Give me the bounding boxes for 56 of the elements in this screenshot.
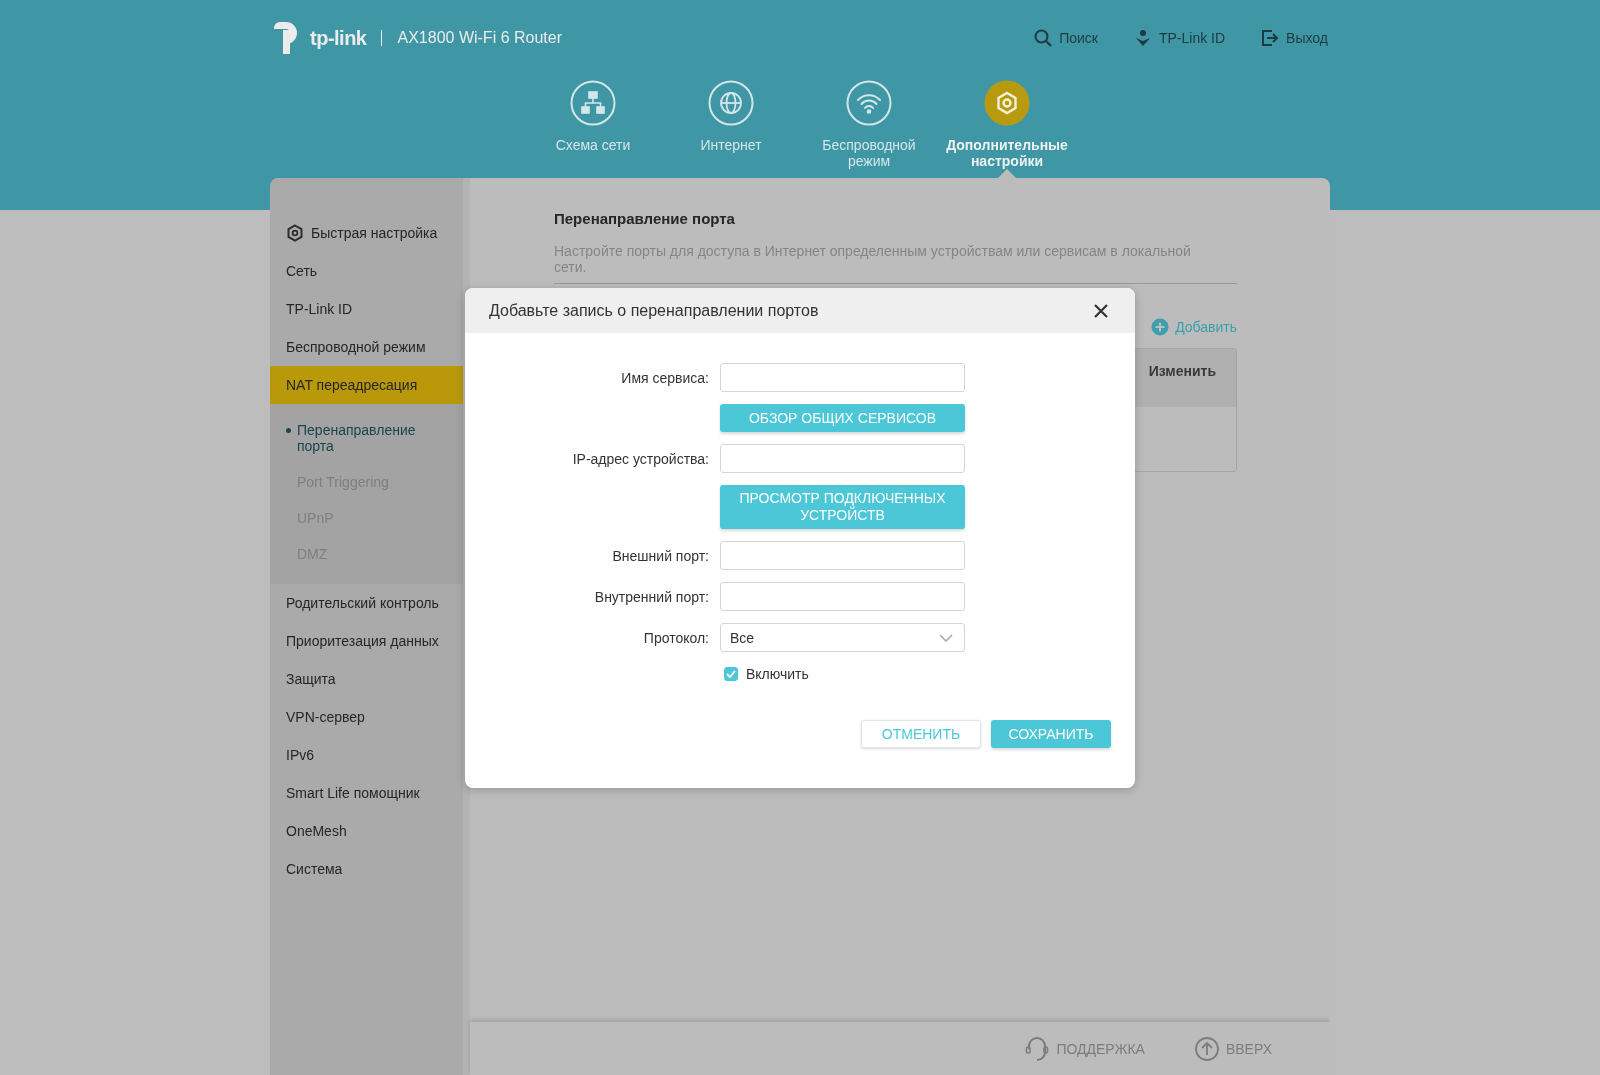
dialog-title: Добавьте запись о перенаправлении портов	[489, 301, 819, 320]
sidebar-item[interactable]: OneMesh	[270, 812, 463, 850]
wifi-icon	[846, 80, 892, 126]
sidebar-item[interactable]: Беспроводной режим	[270, 328, 463, 366]
submenu-item[interactable]: Перенаправление порта	[270, 412, 463, 464]
field-label: Внутренний порт:	[594, 588, 709, 605]
user-pin-icon	[1134, 29, 1152, 47]
sidebar-item[interactable]: IPv6	[270, 736, 463, 774]
router-model: AX1800 Wi-Fi 6 Router	[397, 29, 562, 47]
header-link[interactable]: Выход	[1261, 29, 1328, 47]
sidebar-item[interactable]: Сеть	[270, 252, 463, 290]
logout-icon	[1261, 29, 1280, 47]
header-link[interactable]: Поиск	[1034, 29, 1098, 47]
input-field[interactable]	[720, 541, 965, 570]
logo-text: tp-link	[310, 26, 367, 50]
sidebar-item[interactable]: VPN-сервер	[270, 698, 463, 736]
sidebar-item[interactable]: Система	[270, 850, 463, 888]
protocol-dropdown[interactable]: Все	[720, 623, 965, 652]
action-button[interactable]: ОБЗОР ОБЩИХ СЕРВИСОВ	[720, 404, 965, 432]
header-link[interactable]: TP-Link ID	[1134, 29, 1226, 47]
field-label: IP-адрес устройства:	[572, 450, 709, 467]
input-field[interactable]	[720, 582, 965, 611]
sidebar-item[interactable]: Приоритезация данных	[270, 622, 463, 660]
enable-checkbox[interactable]: Включить	[720, 666, 809, 682]
field-label: Имя сервиса:	[621, 369, 709, 386]
nav-tab[interactable]: Схема сети	[524, 80, 662, 178]
sidebar-item[interactable]: Smart Life помощник	[270, 774, 463, 812]
field-label: Внешний порт:	[612, 547, 709, 564]
nav-tab[interactable]: Интернет	[662, 80, 800, 178]
chevron-down-icon	[939, 633, 953, 642]
nav-tab[interactable]: Беспроводной режим	[800, 80, 938, 178]
gear-icon	[286, 224, 304, 242]
checkbox-box[interactable]	[724, 667, 738, 681]
page-title: Перенаправление порта	[554, 210, 736, 227]
plus-icon	[1151, 318, 1170, 336]
sidebar-item[interactable]: TP-Link ID	[270, 290, 463, 328]
network-icon	[570, 80, 616, 126]
arrow-up-icon	[1194, 1036, 1219, 1061]
headset-icon	[1025, 1035, 1050, 1062]
sidebar-item[interactable]: Быстрая настройка	[270, 214, 463, 252]
close-icon[interactable]	[1093, 302, 1109, 319]
column-header: Изменить	[1148, 363, 1216, 379]
input-field[interactable]	[720, 444, 965, 473]
sidebar-item[interactable]: Родительский контроль	[270, 584, 463, 622]
footer-link[interactable]: ВВЕРХ	[1194, 1036, 1272, 1061]
gear-icon	[984, 80, 1030, 126]
field-label: Протокол:	[643, 629, 709, 646]
sidebar-item[interactable]: Защита	[270, 660, 463, 698]
save-button[interactable]: СОХРАНИТЬ	[991, 720, 1111, 748]
footer-link[interactable]: ПОДДЕРЖКА	[1025, 1035, 1145, 1062]
action-button[interactable]: ПРОСМОТР ПОДКЛЮЧЕННЫХ УСТРОЙСТВ	[720, 485, 965, 529]
cancel-button[interactable]: ОТМЕНИТЬ	[861, 720, 981, 748]
search-icon	[1034, 29, 1053, 47]
sidebar-item[interactable]: NAT переадресация	[270, 366, 463, 404]
globe-icon	[708, 80, 754, 126]
input-field[interactable]	[720, 363, 965, 392]
